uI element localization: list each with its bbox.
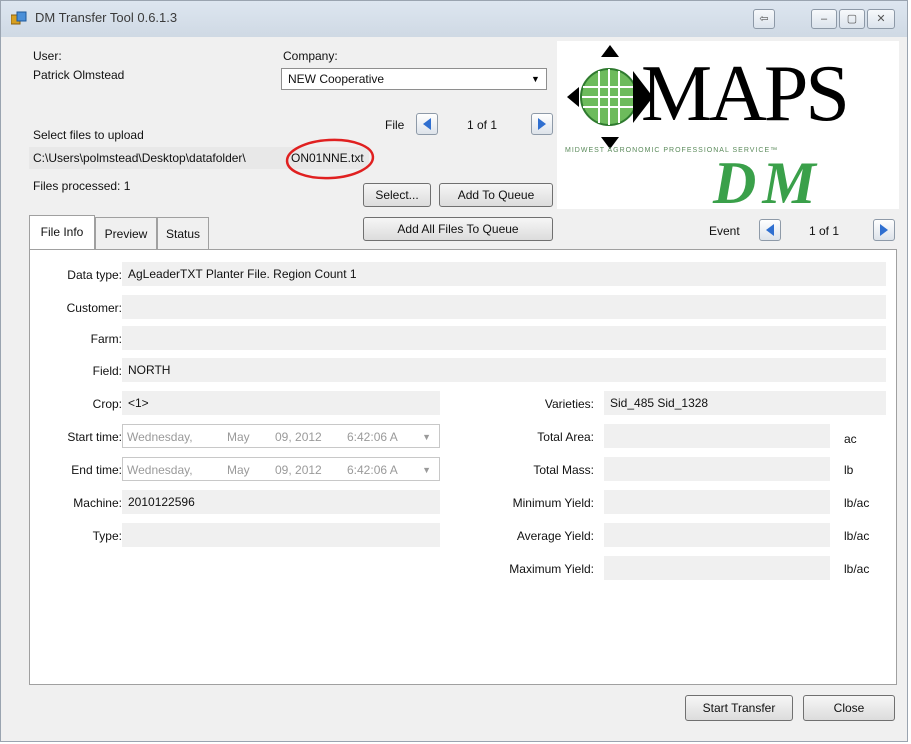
dm-wordmark: DM: [713, 150, 822, 216]
close-icon: ✕: [876, 13, 886, 25]
window-title: DM Transfer Tool 0.6.1.3: [35, 10, 178, 25]
maximum-yield-unit: lb/ac: [844, 562, 870, 576]
add-all-files-button[interactable]: Add All Files To Queue: [363, 217, 553, 241]
app-icon: [11, 11, 27, 25]
add-to-queue-button[interactable]: Add To Queue: [439, 183, 553, 207]
total-mass-field[interactable]: [604, 457, 830, 481]
tab-file-info[interactable]: File Info: [29, 215, 95, 249]
total-mass-label: Total Mass:: [533, 463, 594, 477]
minimize-button[interactable]: –: [811, 9, 837, 29]
chevron-down-icon[interactable]: ▼: [422, 425, 431, 447]
end-time-label: End time:: [71, 463, 122, 477]
average-yield-unit: lb/ac: [844, 529, 870, 543]
tab-label: File Info: [40, 225, 84, 239]
farm-field[interactable]: [122, 326, 886, 350]
tab-label: Preview: [104, 227, 148, 241]
title-bar[interactable]: DM Transfer Tool 0.6.1.3 ⇦ – ▢ ✕: [1, 1, 907, 37]
file-info-panel: Data type: AgLeaderTXT Planter File. Reg…: [29, 249, 897, 685]
event-counter: 1 of 1: [809, 224, 840, 238]
maximum-yield-field[interactable]: [604, 556, 830, 580]
file-counter: 1 of 1: [467, 118, 498, 132]
annotation-circle: [285, 138, 375, 180]
maximum-yield-label: Maximum Yield:: [509, 562, 594, 576]
end-day: Wednesday,: [127, 463, 193, 477]
back-icon: ⇦: [759, 13, 769, 25]
select-button[interactable]: Select...: [363, 183, 431, 207]
field-name-field[interactable]: NORTH: [122, 358, 886, 382]
company-select[interactable]: NEW Cooperative ▼: [281, 68, 547, 90]
company-label: Company:: [283, 49, 338, 63]
crop-label: Crop:: [92, 397, 122, 411]
total-area-label: Total Area:: [537, 430, 594, 444]
file-nav-label: File: [385, 118, 405, 132]
data-type-field[interactable]: AgLeaderTXT Planter File. Region Count 1: [122, 262, 886, 286]
minimum-yield-unit: lb/ac: [844, 496, 870, 510]
type-label: Type:: [92, 529, 122, 543]
start-time-label: Start time:: [67, 430, 122, 444]
total-mass-unit: lb: [844, 463, 854, 477]
start-month: May: [227, 430, 250, 444]
app-window: DM Transfer Tool 0.6.1.3 ⇦ – ▢ ✕ User: P…: [0, 0, 908, 742]
user-name: Patrick Olmstead: [33, 68, 125, 82]
chevron-down-icon[interactable]: ▼: [528, 72, 543, 86]
close-button[interactable]: Close: [803, 695, 895, 721]
field-label: Field:: [92, 364, 122, 378]
tab-status[interactable]: Status: [157, 217, 209, 249]
arrow-right-icon: [880, 224, 888, 236]
arrow-left-icon: [766, 224, 774, 236]
end-date: 09, 2012: [275, 463, 322, 477]
maps-wordmark: MAPS: [641, 50, 850, 138]
customer-field[interactable]: [122, 295, 886, 319]
tab-label: Status: [165, 227, 201, 241]
start-time-picker[interactable]: Wednesday, May 09, 2012 6:42:06 A ▼: [122, 424, 440, 448]
machine-label: Machine:: [73, 496, 122, 510]
varieties-field[interactable]: Sid_485 Sid_1328: [604, 391, 886, 415]
average-yield-field[interactable]: [604, 523, 830, 547]
files-processed: Files processed: 1: [33, 179, 131, 193]
arrow-left-icon: [423, 118, 431, 130]
data-type-label: Data type:: [67, 268, 122, 282]
total-area-unit: ac: [844, 432, 857, 446]
start-time: 6:42:06 A: [347, 430, 398, 444]
company-selected-value: NEW Cooperative: [288, 72, 385, 86]
minimize-icon: –: [820, 13, 828, 25]
end-time-picker[interactable]: Wednesday, May 09, 2012 6:42:06 A ▼: [122, 457, 440, 481]
crop-field[interactable]: <1>: [122, 391, 440, 415]
chevron-down-icon[interactable]: ▼: [422, 458, 431, 480]
end-month: May: [227, 463, 250, 477]
event-prev-button[interactable]: [759, 219, 781, 241]
file-prev-button[interactable]: [416, 113, 438, 135]
start-date: 09, 2012: [275, 430, 322, 444]
file-next-button[interactable]: [531, 113, 553, 135]
machine-field[interactable]: 2010122596: [122, 490, 440, 514]
back-button[interactable]: ⇦: [753, 9, 775, 29]
farm-label: Farm:: [90, 332, 122, 346]
maximize-button[interactable]: ▢: [839, 9, 865, 29]
event-nav-label: Event: [709, 224, 740, 238]
minimum-yield-field[interactable]: [604, 490, 830, 514]
type-field[interactable]: [122, 523, 440, 547]
minimum-yield-label: Minimum Yield:: [512, 496, 594, 510]
close-window-button[interactable]: ✕: [867, 9, 895, 29]
tab-preview[interactable]: Preview: [95, 217, 157, 249]
start-day: Wednesday,: [127, 430, 193, 444]
file-path: C:\Users\polmstead\Desktop\datafolder\: [33, 151, 246, 165]
select-files-label: Select files to upload: [33, 128, 144, 142]
average-yield-label: Average Yield:: [516, 529, 594, 543]
start-transfer-button[interactable]: Start Transfer: [685, 695, 793, 721]
arrow-right-icon: [538, 118, 546, 130]
maps-logo: MAPS MIDWEST AGRONOMIC PROFESSIONAL SERV…: [557, 41, 899, 213]
event-next-button[interactable]: [873, 219, 895, 241]
user-label: User:: [33, 49, 62, 63]
total-area-field[interactable]: [604, 424, 830, 448]
customer-label: Customer:: [66, 301, 122, 315]
varieties-label: Varieties:: [544, 397, 594, 411]
end-time: 6:42:06 A: [347, 463, 398, 477]
maximize-icon: ▢: [846, 13, 858, 25]
